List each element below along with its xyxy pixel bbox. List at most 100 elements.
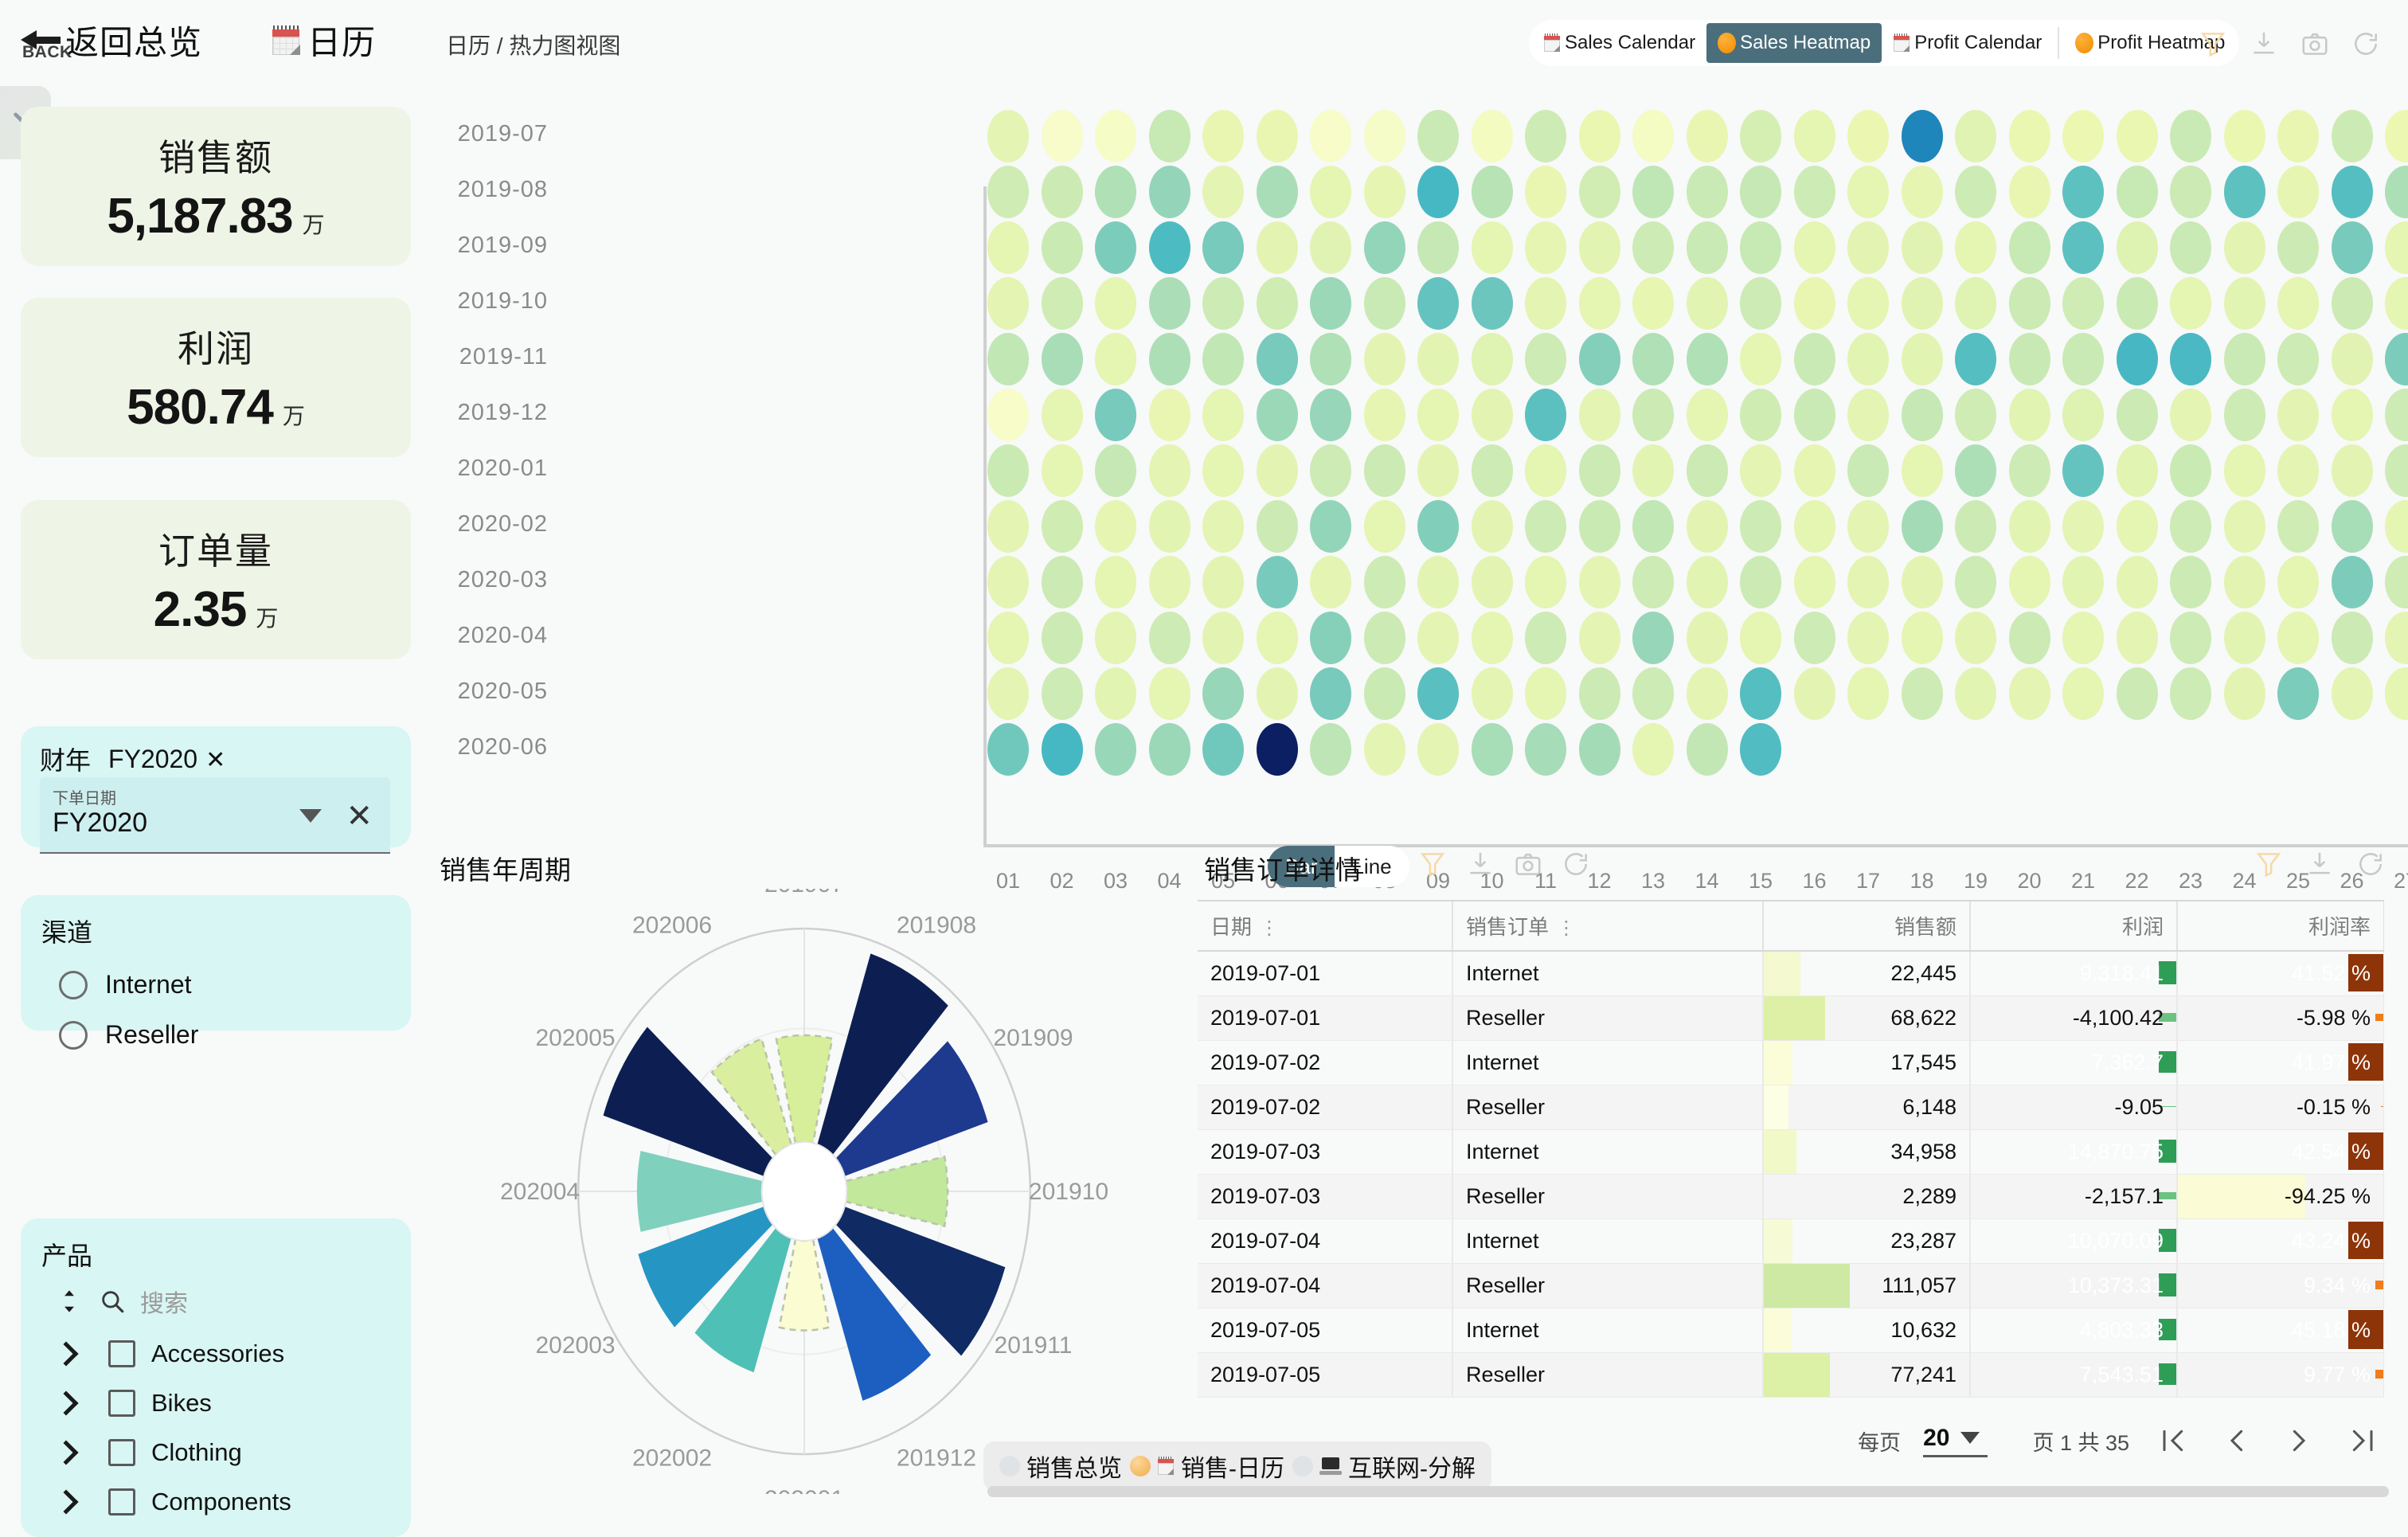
heatmap-cell[interactable] <box>1095 221 1136 274</box>
next-page-button[interactable] <box>2279 1420 2320 1461</box>
heatmap-cell[interactable] <box>1794 500 1835 553</box>
heatmap-cell[interactable] <box>987 110 1029 162</box>
heatmap-cell[interactable] <box>1794 110 1835 162</box>
heatmap-cell[interactable] <box>1955 556 1996 608</box>
heatmap-cell[interactable] <box>1847 110 1889 162</box>
heatmap-cell[interactable] <box>1364 500 1405 553</box>
heatmap-cell[interactable] <box>1417 723 1459 776</box>
heatmap-cell[interactable] <box>1687 612 1728 664</box>
heatmap-cell[interactable] <box>1632 277 1674 330</box>
heatmap-cell[interactable] <box>1740 110 1781 162</box>
heatmap-cell[interactable] <box>1310 723 1351 776</box>
heatmap-cell[interactable] <box>2224 166 2265 218</box>
col-date[interactable]: 日期⋮ <box>1198 901 1452 951</box>
radio-reseller[interactable]: Reseller <box>41 1020 390 1050</box>
heatmap-cell[interactable] <box>2170 277 2211 330</box>
table-row[interactable]: 2019-07-04Internet23,28710,070.0943.24 % <box>1198 1218 2384 1263</box>
heatmap-cell[interactable] <box>1095 166 1136 218</box>
heatmap-cell[interactable] <box>987 500 1029 553</box>
heatmap-cell[interactable] <box>1202 500 1244 553</box>
heatmap-cell[interactable] <box>1417 277 1459 330</box>
chevron-right-icon[interactable] <box>53 1341 78 1366</box>
product-item-clothing[interactable]: Clothing <box>41 1438 390 1467</box>
heatmap-cell[interactable] <box>1042 277 1083 330</box>
heatmap-cell[interactable] <box>2117 277 2158 330</box>
heatmap-cell[interactable] <box>1847 444 1889 497</box>
heatmap-cell[interactable] <box>1632 333 1674 385</box>
heatmap-cell[interactable] <box>1579 723 1620 776</box>
heatmap-cell[interactable] <box>2009 110 2050 162</box>
heatmap-cell[interactable] <box>1955 166 1996 218</box>
heatmap-cell[interactable] <box>2277 389 2319 441</box>
heatmap-cell[interactable] <box>1149 277 1190 330</box>
heatmap-cell[interactable] <box>1902 221 1943 274</box>
heatmap-cell[interactable] <box>2170 389 2211 441</box>
table-row[interactable]: 2019-07-04Reseller111,05710,373.319.34 % <box>1198 1263 2384 1308</box>
heatmap-cell[interactable] <box>2170 444 2211 497</box>
heatmap-cell[interactable] <box>1417 221 1459 274</box>
heatmap-cell[interactable] <box>1740 333 1781 385</box>
heatmap-cell[interactable] <box>1095 612 1136 664</box>
heatmap-cell[interactable] <box>1310 166 1351 218</box>
heatmap-cell[interactable] <box>2117 166 2158 218</box>
back-button[interactable]: BACK 返回总览 <box>19 16 202 65</box>
first-page-button[interactable] <box>2152 1420 2193 1461</box>
heatmap-cell[interactable] <box>1740 612 1781 664</box>
heatmap-cell[interactable] <box>1472 333 1513 385</box>
heatmap-cell[interactable] <box>2117 110 2158 162</box>
heatmap-cell[interactable] <box>1472 500 1513 553</box>
heatmap-cell[interactable] <box>1472 723 1513 776</box>
heatmap-cell[interactable] <box>1042 723 1083 776</box>
heatmap-cell[interactable] <box>2332 277 2373 330</box>
heatmap-cell[interactable] <box>987 333 1029 385</box>
heatmap-cell[interactable] <box>1364 277 1405 330</box>
heatmap-cell[interactable] <box>1632 389 1674 441</box>
sort-icon[interactable] <box>59 1288 80 1315</box>
heatmap-cell[interactable] <box>1579 166 1620 218</box>
heatmap-cell[interactable] <box>1579 277 1620 330</box>
heatmap-cell[interactable] <box>1955 667 1996 720</box>
heatmap-cell[interactable] <box>1740 277 1781 330</box>
product-search-row[interactable]: 搜索 <box>59 1284 390 1319</box>
heatmap-cell[interactable] <box>1364 444 1405 497</box>
chevron-right-icon[interactable] <box>53 1489 78 1514</box>
heatmap-cell[interactable] <box>1149 166 1190 218</box>
heatmap-cell[interactable] <box>1794 166 1835 218</box>
heatmap-cell[interactable] <box>2170 166 2211 218</box>
heatmap-cell[interactable] <box>1202 221 1244 274</box>
heatmap-cell[interactable] <box>2224 444 2265 497</box>
heatmap-cell[interactable] <box>2062 333 2104 385</box>
heatmap-cell[interactable] <box>1740 444 1781 497</box>
heatmap-cell[interactable] <box>2332 221 2373 274</box>
heatmap-cell[interactable] <box>987 444 1029 497</box>
search-input[interactable]: 搜索 <box>140 1284 188 1319</box>
heatmap-cell[interactable] <box>1687 221 1728 274</box>
heatmap-cell[interactable] <box>1847 333 1889 385</box>
heatmap-cell[interactable] <box>2277 221 2319 274</box>
heatmap-cell[interactable] <box>1525 333 1566 385</box>
heatmap-cell[interactable] <box>2277 612 2319 664</box>
heatmap-cell[interactable] <box>1364 723 1405 776</box>
heatmap-cell[interactable] <box>2009 612 2050 664</box>
heatmap-cell[interactable] <box>1902 612 1943 664</box>
heatmap-cell[interactable] <box>987 389 1029 441</box>
heatmap-cell[interactable] <box>1687 333 1728 385</box>
heatmap-cell[interactable] <box>1310 444 1351 497</box>
heatmap-cell[interactable] <box>2224 110 2265 162</box>
heatmap-cell[interactable] <box>1902 389 1943 441</box>
heatmap-cell[interactable] <box>2332 389 2373 441</box>
heatmap-cell[interactable] <box>1364 333 1405 385</box>
heatmap-cell[interactable] <box>1149 612 1190 664</box>
heatmap-cell[interactable] <box>1902 277 1943 330</box>
heatmap-cell[interactable] <box>987 723 1029 776</box>
heatmap-cell[interactable] <box>2170 500 2211 553</box>
heatmap-cell[interactable] <box>2224 612 2265 664</box>
heatmap-cell[interactable] <box>1257 221 1298 274</box>
heatmap-cell[interactable] <box>1310 333 1351 385</box>
heatmap-cell[interactable] <box>2117 389 2158 441</box>
heatmap-cell[interactable] <box>1310 556 1351 608</box>
heatmap-cell[interactable] <box>2062 166 2104 218</box>
heatmap-cell[interactable] <box>1472 667 1513 720</box>
heatmap-cell[interactable] <box>1740 221 1781 274</box>
heatmap-cell[interactable] <box>1042 500 1083 553</box>
